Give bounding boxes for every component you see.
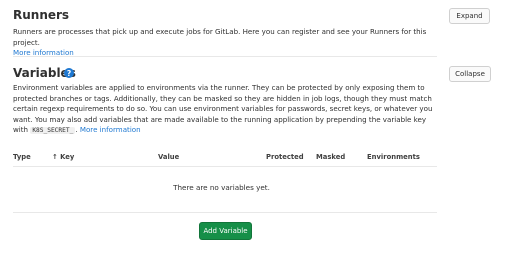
variables-collapse-button[interactable]: Collapse	[449, 66, 491, 82]
column-header-masked: Masked	[316, 153, 346, 161]
column-header-type: Type	[13, 153, 31, 161]
column-header-key-label: Key	[60, 153, 75, 161]
variables-description-tail: .	[75, 125, 78, 134]
table-header-divider	[13, 166, 437, 167]
help-icon[interactable]: ?	[64, 68, 74, 78]
column-header-environments: Environments	[367, 153, 420, 161]
column-header-key[interactable]: ↑ Key	[52, 153, 74, 161]
add-variable-button[interactable]: Add Variable	[199, 222, 252, 240]
runners-description: Runners are processes that pick up and e…	[13, 27, 443, 59]
empty-state-text: There are no variables yet.	[173, 183, 270, 192]
section-divider	[13, 56, 437, 57]
k8s-secret-code: K8S_SECRET_	[30, 127, 76, 134]
sort-arrow-icon[interactable]: ↑	[52, 153, 58, 161]
column-header-protected: Protected	[266, 153, 304, 161]
variables-more-info-link[interactable]: More information	[80, 125, 141, 134]
runners-description-text: Runners are processes that pick up and e…	[13, 27, 427, 47]
column-header-value: Value	[158, 153, 180, 161]
table-bottom-divider	[13, 212, 437, 213]
variables-description: Environment variables are applied to env…	[13, 83, 443, 137]
runners-expand-button[interactable]: Expand	[449, 8, 490, 24]
runners-title: Runners	[13, 8, 70, 22]
